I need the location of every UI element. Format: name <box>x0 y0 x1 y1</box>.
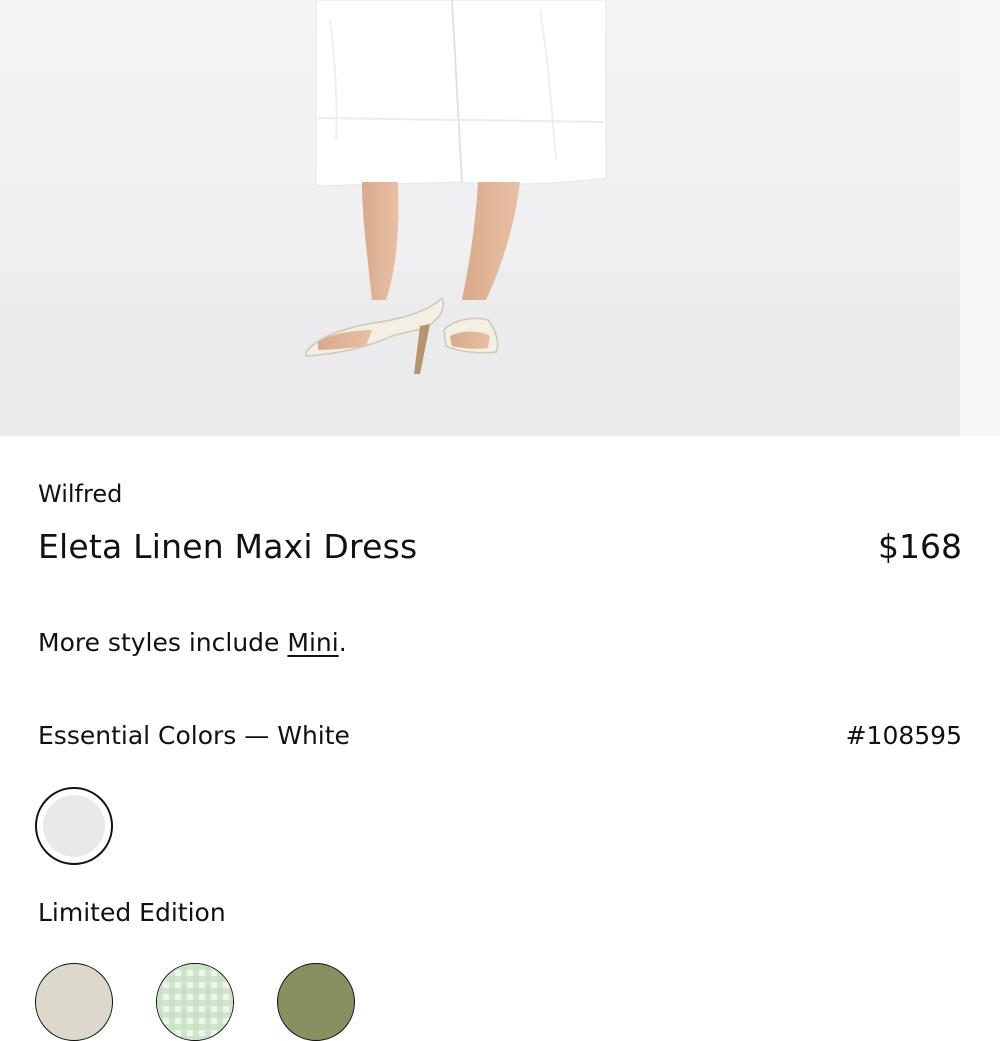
title-row: Eleta Linen Maxi Dress $168 <box>38 526 962 568</box>
gingham-pattern <box>157 964 233 1040</box>
swatch-limited-2[interactable] <box>156 963 234 1041</box>
selected-color-label: Essential Colors — White <box>38 721 350 750</box>
more-styles-prefix: More styles include <box>38 628 288 657</box>
style-number: #108595 <box>845 721 962 750</box>
more-styles-suffix: . <box>338 628 347 657</box>
brand-name[interactable]: Wilfred <box>38 478 122 510</box>
product-price: $168 <box>878 527 962 566</box>
product-image[interactable] <box>0 0 1000 436</box>
swatch-limited-3[interactable] <box>277 963 355 1041</box>
product-title: Eleta Linen Maxi Dress <box>38 527 418 566</box>
limited-edition-label: Limited Edition <box>38 898 226 927</box>
product-photo <box>0 0 1000 436</box>
swatch-white[interactable] <box>35 787 113 865</box>
mini-style-link[interactable]: Mini <box>287 628 338 657</box>
swatch-limited-1[interactable] <box>35 963 113 1041</box>
more-styles-text: More styles include Mini. <box>38 626 347 660</box>
swatch-white-fill <box>43 795 105 857</box>
color-header-row: Essential Colors — White #108595 <box>38 719 962 753</box>
